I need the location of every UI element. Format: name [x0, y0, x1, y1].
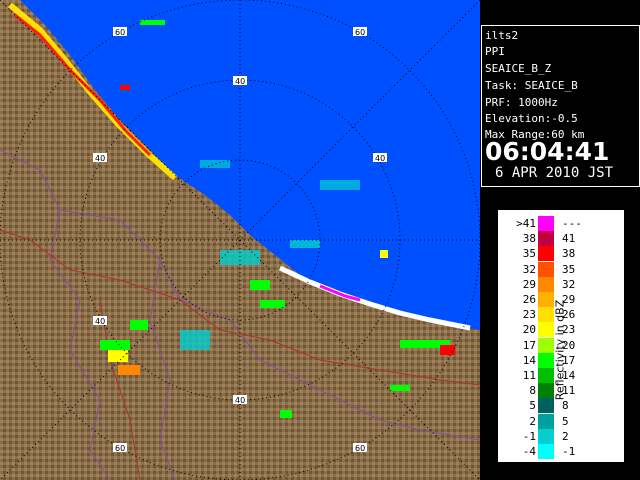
legend-upper-value: 2 [562, 429, 569, 443]
legend-lower-value: 2 [529, 414, 536, 428]
legend-upper-value: 20 [562, 338, 576, 352]
legend-upper-value: 14 [562, 369, 576, 382]
radar-info-panel: ilts2 PPI SEAICE_B_Z Task: SEAICE_B PRF:… [481, 25, 640, 187]
legend-row: >41 --- [498, 216, 624, 231]
ring-label-40-sw: 40 [95, 317, 105, 326]
legend-row: -1 2 [498, 428, 624, 444]
ring-label-40-ne: 40 [375, 154, 385, 163]
legend-row: 58 [498, 398, 624, 414]
legend-lower-value: 32 [522, 262, 536, 276]
ring-label-60-se: 60 [355, 444, 365, 453]
legend-color-swatch [538, 246, 554, 262]
legend-color-swatch [538, 413, 554, 429]
legend-row: 29 32 [498, 276, 624, 292]
legend-lower-value: >41 [516, 217, 536, 230]
legend-lower-value: 14 [522, 353, 536, 367]
product-name: SEAICE_B_Z [485, 62, 552, 75]
legend-lower-value: 26 [522, 293, 536, 306]
legend-upper-value: 11 [562, 384, 576, 398]
legend-color-swatch [538, 352, 554, 368]
legend-upper-value: 41 [562, 232, 576, 246]
ring-label-40-s: 40 [235, 396, 245, 405]
ring-label-60-ne: 60 [355, 28, 365, 37]
legend-color-swatch [538, 368, 554, 383]
legend-lower-value: 17 [522, 338, 536, 352]
legend-upper-value: 38 [562, 247, 576, 261]
prf-value: PRF: 1000Hz [485, 96, 558, 109]
legend-color-swatch [538, 216, 554, 231]
legend-lower-value: 23 [522, 308, 536, 322]
legend-lower-value: 29 [522, 277, 536, 291]
legend-lower-value: 38 [522, 232, 536, 246]
legend-upper-value: -1 [562, 445, 576, 458]
legend-upper-value: 32 [562, 277, 576, 291]
legend-lower-value: 5 [529, 399, 536, 413]
legend-row: 35 38 [498, 246, 624, 262]
ring-label-60-nw: 60 [115, 28, 125, 37]
legend-color-swatch [538, 428, 554, 444]
legend-row: 25 [498, 413, 624, 429]
legend-row: 38 41 [498, 231, 624, 247]
legend-lower-value: 11 [522, 369, 536, 382]
legend-row: 32 35 [498, 261, 624, 277]
legend-upper-value: 17 [562, 353, 576, 367]
legend-upper-value: 8 [562, 399, 569, 413]
legend-lower-value: 20 [522, 323, 536, 337]
legend-color-swatch [538, 276, 554, 292]
observation-date: 6 APR 2010 JST [495, 165, 614, 181]
legend-lower-value: -4 [522, 445, 536, 458]
legend-color-swatch [538, 292, 554, 307]
radar-ppi-map: 40 40 40 40 40 60 60 60 60 [0, 0, 480, 480]
legend-color-swatch [538, 261, 554, 277]
observation-time: 06:04:41 [485, 137, 610, 166]
legend-color-swatch [538, 231, 554, 247]
legend-lower-value: 8 [529, 384, 536, 398]
legend-title: Reflectivity in dBZ [553, 299, 567, 401]
scan-mode: PPI [485, 45, 505, 58]
ring-label-40-nw: 40 [95, 154, 105, 163]
legend-color-swatch [538, 307, 554, 323]
ring-label-60-sw: 60 [115, 444, 125, 453]
legend-lower-value: 35 [522, 247, 536, 261]
legend-color-swatch [538, 398, 554, 414]
legend-color-swatch [538, 383, 554, 399]
task-name: Task: SEAICE_B [485, 79, 578, 92]
legend-upper-value: 5 [562, 414, 569, 428]
ring-label-40-n: 40 [235, 77, 245, 86]
legend-row: -4 -1 [498, 444, 624, 459]
legend-lower-value: -1 [522, 429, 536, 443]
legend-upper-value: --- [562, 217, 582, 230]
elevation-value: Elevation:-0.5 [485, 112, 578, 125]
legend-upper-value: 23 [562, 323, 576, 337]
legend-color-swatch [538, 322, 554, 338]
legend-upper-value: 35 [562, 262, 576, 276]
station-name: ilts2 [485, 29, 519, 42]
legend-color-swatch [538, 337, 554, 353]
legend-upper-value: 29 [562, 293, 576, 306]
legend-color-swatch [538, 444, 554, 459]
legend-upper-value: 26 [562, 308, 576, 322]
